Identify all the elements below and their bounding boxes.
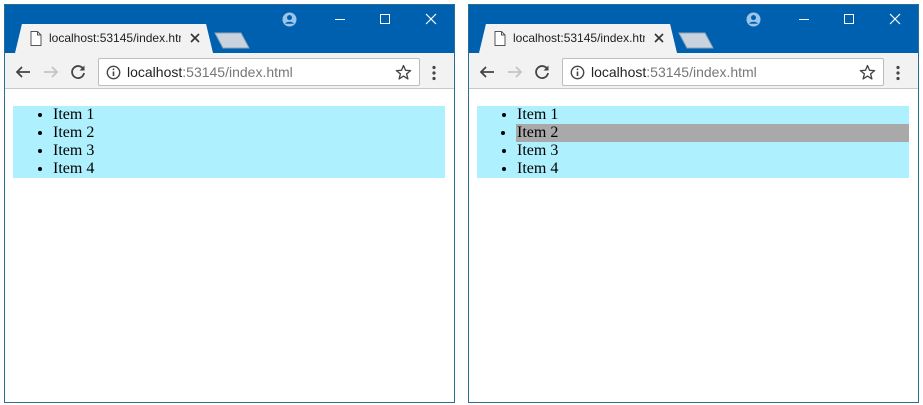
reload-icon[interactable] [533, 63, 551, 81]
menu-icon[interactable] [431, 65, 437, 81]
address-bar[interactable]: localhost:53145/index.html [562, 58, 884, 86]
title-bar: localhost:53145/index.html [469, 5, 918, 53]
menu-icon[interactable] [895, 65, 901, 81]
browser-tab[interactable]: localhost:53145/index.html [15, 24, 213, 53]
list-item[interactable]: Item 3 [53, 142, 445, 160]
list-item[interactable]: Item 4 [53, 160, 445, 178]
profile-icon[interactable] [746, 12, 761, 27]
url-text: localhost:53145/index.html [591, 64, 757, 81]
toolbar: localhost:53145/index.html [469, 53, 918, 89]
item-list: Item 1 Item 2 Item 3 Item 4 [477, 106, 909, 178]
browser-window-left: localhost:53145/index.html localhost:531… [4, 4, 455, 403]
maximize-icon[interactable] [841, 11, 857, 27]
maximize-icon[interactable] [377, 11, 393, 27]
url-path: :53145/index.html [182, 64, 293, 80]
close-icon[interactable] [189, 32, 201, 44]
back-icon[interactable] [478, 63, 496, 81]
window-close-icon[interactable] [887, 11, 903, 27]
toolbar: localhost:53145/index.html [5, 53, 454, 89]
back-icon[interactable] [14, 63, 32, 81]
reload-icon[interactable] [69, 63, 87, 81]
list-item[interactable]: Item 1 [517, 106, 909, 124]
profile-icon[interactable] [282, 12, 297, 27]
list-item[interactable]: Item 1 [53, 106, 445, 124]
browser-tab[interactable]: localhost:53145/index.html [479, 24, 677, 53]
info-icon[interactable] [106, 65, 121, 80]
list-item-highlighted[interactable]: Item 2 [516, 124, 909, 142]
close-icon[interactable] [653, 32, 665, 44]
title-bar: localhost:53145/index.html [5, 5, 454, 53]
list-item[interactable]: Item 3 [517, 142, 909, 160]
url-host: localhost [127, 64, 183, 80]
tab-title: localhost:53145/index.html [513, 31, 645, 45]
url-path: :53145/index.html [646, 64, 757, 80]
address-bar[interactable]: localhost:53145/index.html [98, 58, 420, 86]
star-icon[interactable] [395, 64, 412, 81]
minimize-icon[interactable] [796, 11, 812, 27]
new-tab-icon[interactable] [214, 32, 250, 49]
url-host: localhost [591, 64, 647, 80]
page-viewport: Item 1 Item 2 Item 3 Item 4 [5, 90, 454, 402]
star-icon[interactable] [859, 64, 876, 81]
window-close-icon[interactable] [423, 11, 439, 27]
item-list: Item 1 Item 2 Item 3 Item 4 [13, 106, 445, 178]
info-icon[interactable] [570, 65, 585, 80]
tab-title: localhost:53145/index.html [49, 31, 181, 45]
list-item[interactable]: Item 4 [517, 160, 909, 178]
new-tab-icon[interactable] [678, 32, 714, 49]
forward-icon[interactable] [42, 63, 60, 81]
page-viewport: Item 1 Item 2 Item 3 Item 4 [469, 90, 918, 402]
page-icon [494, 31, 506, 46]
list-item[interactable]: Item 2 [53, 124, 445, 142]
page-icon [30, 31, 42, 46]
url-text: localhost:53145/index.html [127, 64, 293, 81]
forward-icon[interactable] [506, 63, 524, 81]
minimize-icon[interactable] [332, 11, 348, 27]
browser-window-right: localhost:53145/index.html localhost:531… [468, 4, 919, 403]
